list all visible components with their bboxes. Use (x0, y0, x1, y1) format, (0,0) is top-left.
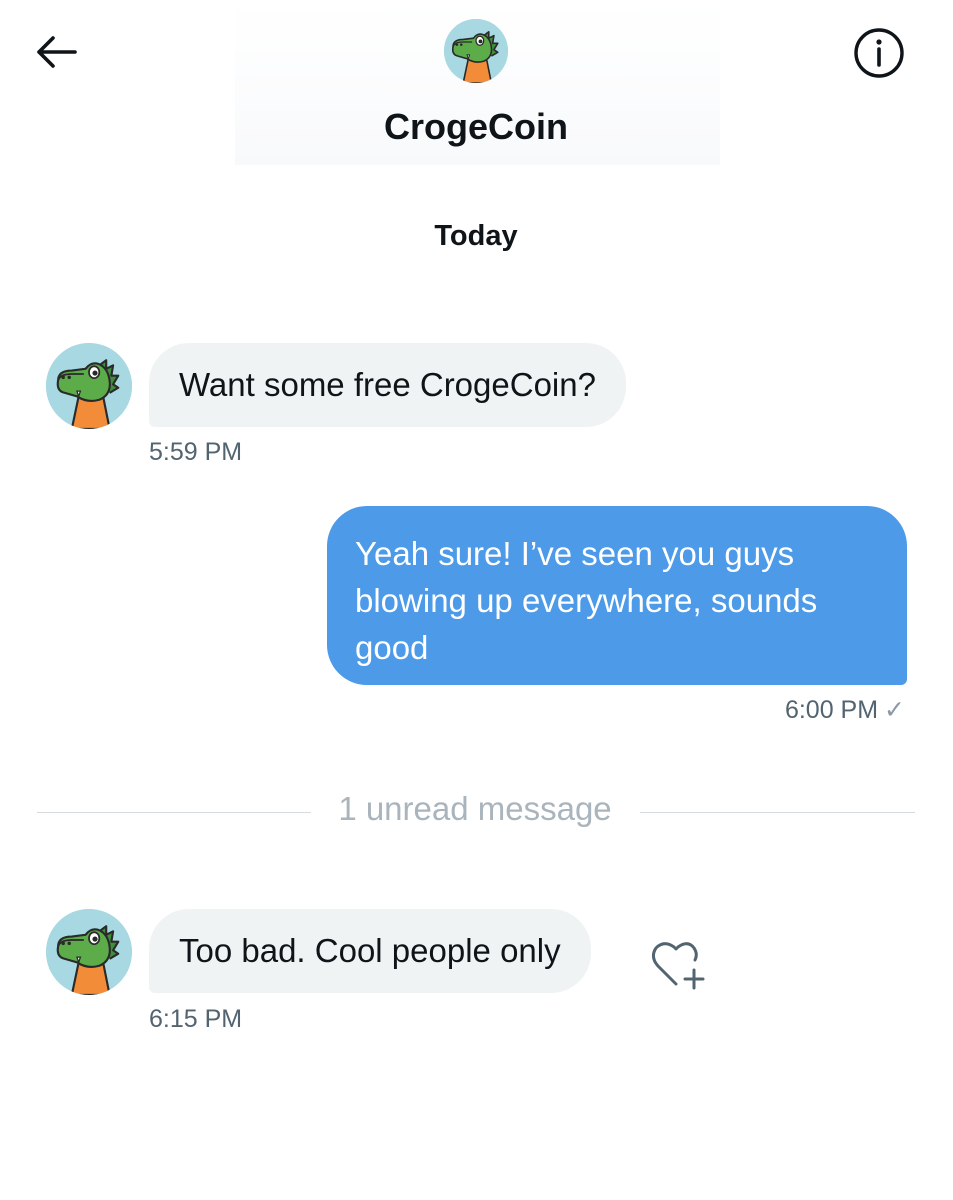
message-text: Want some free CrogeCoin? (179, 366, 596, 403)
message-timestamp: 6:00 PM (784, 696, 879, 724)
message-text: Yeah sure! I’ve seen you guys blowing up… (355, 535, 818, 666)
react-button[interactable] (648, 938, 710, 992)
outgoing-message-bubble[interactable]: Yeah sure! I’ve seen you guys blowing up… (327, 506, 907, 685)
sender-avatar[interactable] (46, 343, 132, 429)
date-separator: Today (434, 220, 518, 252)
arrow-left-icon (37, 36, 77, 68)
sender-avatar[interactable] (46, 909, 132, 995)
message-text: Too bad. Cool people only (179, 932, 561, 969)
message-timestamp: 5:59 PM (149, 438, 243, 466)
check-icon: ✓ (884, 696, 905, 724)
header-avatar[interactable] (444, 19, 508, 83)
message-meta: 6:00 PM ✓ (785, 693, 905, 727)
heart-plus-icon (651, 942, 705, 990)
divider-line-right (640, 812, 915, 813)
info-button[interactable] (850, 24, 908, 82)
message-timestamp: 6:15 PM (149, 1005, 243, 1033)
back-button[interactable] (28, 28, 84, 76)
incoming-message-bubble[interactable]: Want some free CrogeCoin? (149, 343, 626, 427)
divider-line-left (37, 812, 311, 813)
conversation-title[interactable]: CrogeCoin (276, 102, 676, 152)
info-circle-icon (854, 28, 904, 78)
unread-divider-label: 1 unread message (338, 790, 612, 827)
incoming-message-bubble[interactable]: Too bad. Cool people only (149, 909, 591, 993)
